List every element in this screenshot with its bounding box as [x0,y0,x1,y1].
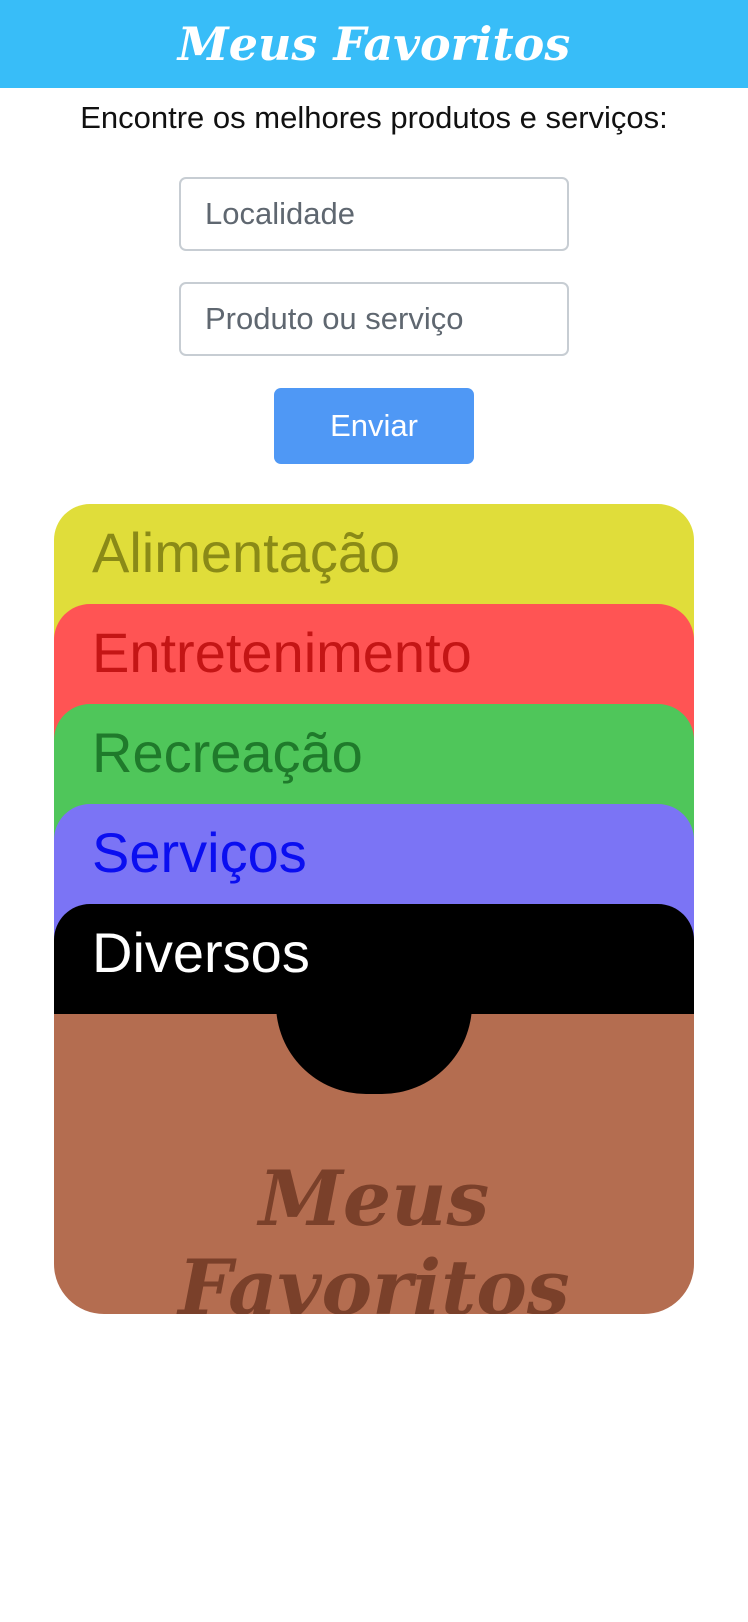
wallet-label: Meus Favoritos [178,1154,570,1314]
wallet-pocket-tab [276,1014,472,1094]
category-card-diversos[interactable]: Diversos [54,904,694,1014]
app-header: Meus Favoritos [0,0,748,88]
submit-button[interactable]: Enviar [274,388,474,464]
location-input[interactable] [179,177,569,251]
product-input[interactable] [179,282,569,356]
search-subtitle: Encontre os melhores produtos e serviços… [80,100,668,135]
wallet-pocket: Meus Favoritos [54,1014,694,1314]
category-wallet: Alimentação Entretenimento Recreação Ser… [54,504,694,1314]
app-title: Meus Favoritos [177,17,571,71]
